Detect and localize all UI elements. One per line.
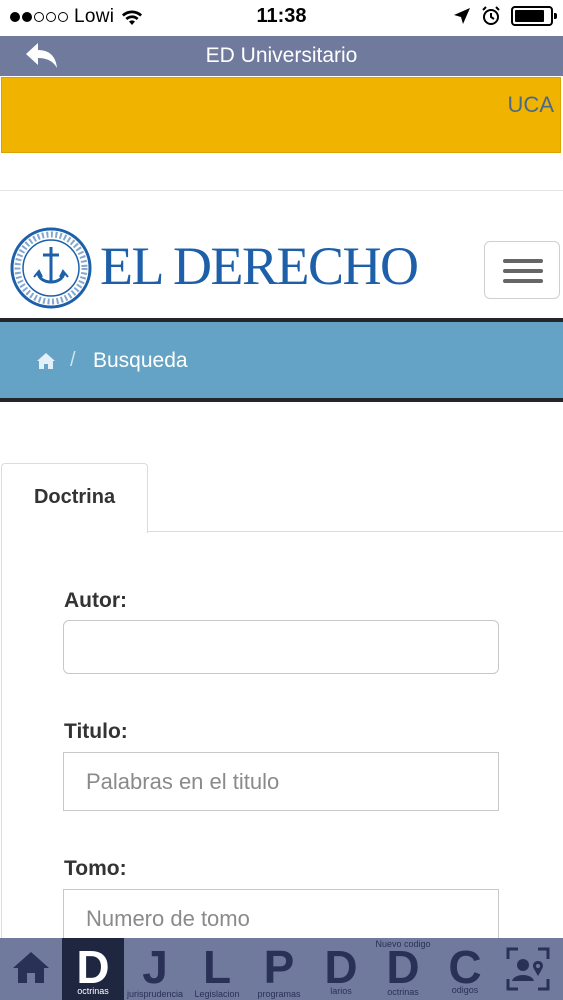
bottom-nav-letter: D bbox=[76, 941, 110, 993]
bottom-nav-doctrinas[interactable]: D octrinas bbox=[62, 938, 124, 1000]
university-seal-logo[interactable] bbox=[10, 227, 92, 309]
alarm-clock-icon bbox=[482, 6, 500, 25]
home-icon[interactable] bbox=[36, 352, 56, 370]
tab-doctrina[interactable]: Doctrina bbox=[1, 463, 148, 533]
autor-input[interactable] bbox=[63, 620, 499, 674]
breadcrumb-border-bottom bbox=[0, 398, 563, 402]
location-arrow-icon bbox=[454, 8, 470, 24]
bottom-nav-letter: J bbox=[142, 941, 168, 993]
bottom-nav-label: larios bbox=[330, 986, 352, 996]
bottom-nav-nuevo-codigo[interactable]: Nuevo codigo D octrinas bbox=[372, 938, 434, 1000]
home-icon bbox=[13, 952, 49, 983]
bottom-nav-codigos[interactable]: C odigos bbox=[434, 938, 496, 1000]
status-bar: Lowi 11:38 bbox=[0, 0, 563, 36]
battery-icon bbox=[511, 6, 557, 26]
tomo-label: Tomo: bbox=[64, 857, 127, 880]
profile-location-icon bbox=[506, 947, 550, 991]
bottom-nav-home[interactable] bbox=[0, 938, 62, 1000]
brand-name: EL DERECHO bbox=[100, 236, 419, 296]
app-title: ED Universitario bbox=[205, 44, 358, 67]
bottom-tab-bar: D octrinas J jurisprudencia L Legislacio… bbox=[0, 938, 563, 1000]
autor-label: Autor: bbox=[64, 589, 127, 612]
bottom-nav-label: Legislacion bbox=[194, 989, 240, 999]
bottom-nav-letter: P bbox=[263, 941, 295, 993]
uca-banner: UCA bbox=[1, 77, 561, 153]
bottom-nav-label: octrinas bbox=[387, 987, 419, 997]
bottom-nav-letter: L bbox=[202, 941, 232, 993]
bottom-nav-programas[interactable]: P programas bbox=[248, 938, 310, 1000]
breadcrumb-separator: / bbox=[70, 349, 76, 371]
app-header: ED Universitario bbox=[0, 36, 563, 76]
bottom-nav-label: odigos bbox=[451, 985, 479, 995]
breadcrumb: / Busqueda bbox=[0, 322, 563, 398]
bottom-nav-letter: D bbox=[386, 941, 420, 993]
titulo-label: Titulo: bbox=[64, 720, 128, 743]
breadcrumb-current: Busqueda bbox=[93, 349, 188, 372]
bottom-nav-label: octrinas bbox=[77, 986, 109, 996]
bottom-nav-legislacion[interactable]: L Legislacion bbox=[186, 938, 248, 1000]
status-right bbox=[453, 6, 557, 26]
bottom-nav-diccionarios[interactable]: D larios bbox=[310, 938, 372, 1000]
uca-link[interactable]: UCA bbox=[508, 92, 554, 118]
bottom-nav-profile[interactable] bbox=[496, 938, 563, 1000]
battery-level bbox=[515, 10, 544, 22]
titulo-input[interactable] bbox=[63, 752, 499, 811]
bottom-nav-label: jurisprudencia bbox=[126, 989, 184, 999]
logo-navbar: EL DERECHO bbox=[0, 190, 563, 319]
bottom-nav-letter: D bbox=[324, 941, 358, 993]
hamburger-menu-icon bbox=[503, 259, 543, 263]
bottom-nav-label: programas bbox=[257, 989, 301, 999]
hamburger-menu-button[interactable] bbox=[484, 241, 560, 299]
bottom-nav-jurisprudencia[interactable]: J jurisprudencia bbox=[124, 938, 186, 1000]
